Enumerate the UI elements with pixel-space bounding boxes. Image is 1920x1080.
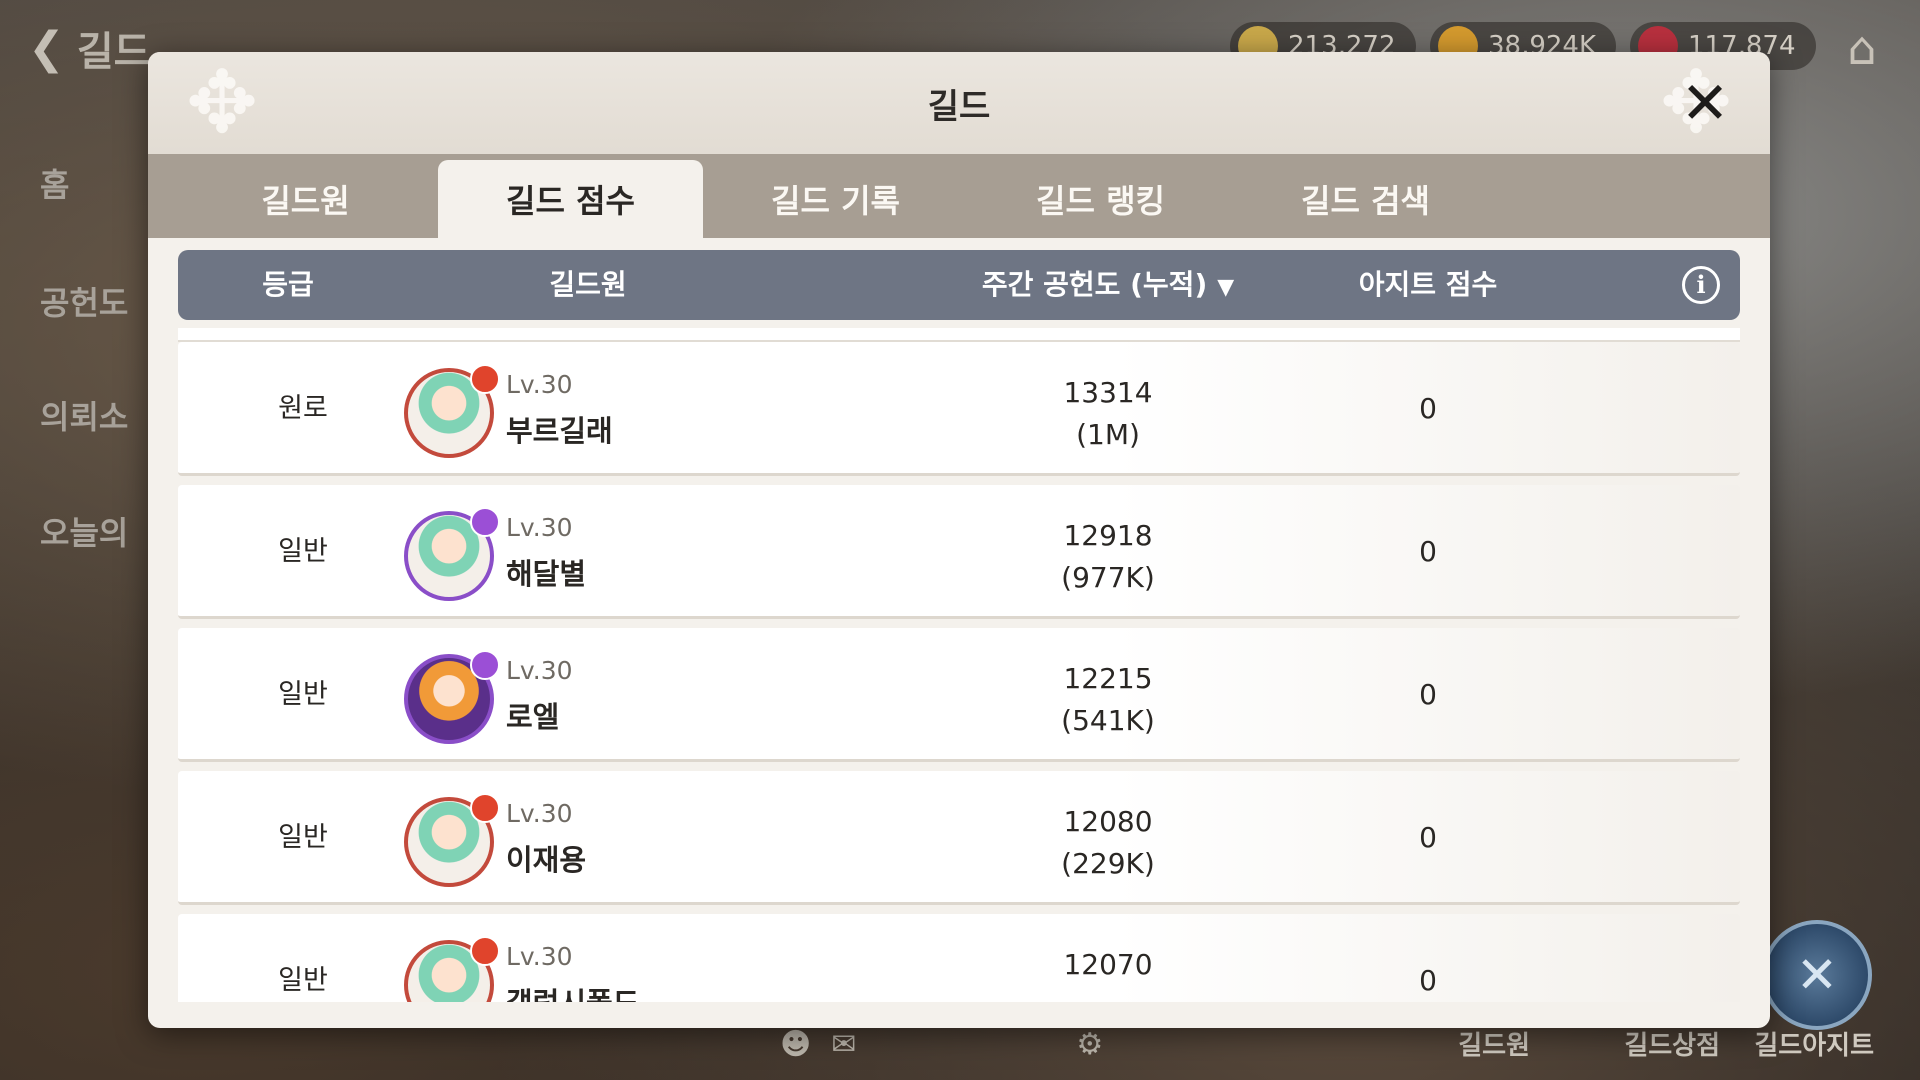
back-label: 길드	[76, 29, 151, 75]
hideout-score: 0	[1419, 821, 1437, 854]
hideout-score: 0	[1419, 392, 1437, 425]
bottom-menu-members[interactable]: 길드원	[1458, 1025, 1530, 1062]
column-header-weekly-contribution-label: 주간 공헌도 (누적)	[981, 268, 1208, 301]
cumulative-score: (541K)	[1061, 704, 1155, 737]
bottom-menu-shop[interactable]: 길드상점	[1624, 1025, 1720, 1062]
rose-badge-icon	[470, 793, 500, 823]
tab-guild-score[interactable]: 길드 점수	[438, 160, 703, 238]
hideout-score: 0	[1419, 678, 1437, 711]
member-avatar[interactable]	[404, 936, 500, 1002]
tab-guild-log[interactable]: 길드 기록	[703, 160, 968, 238]
tab-guild-ranking[interactable]: 길드 랭킹	[968, 160, 1233, 238]
cumulative-score: (229K)	[1061, 847, 1155, 880]
member-level: Lv.30	[506, 656, 573, 685]
modal-title: 길드	[927, 86, 991, 127]
member-level: Lv.30	[506, 799, 573, 828]
weekly-score: 13314	[1063, 376, 1153, 409]
hideout-score: 0	[1419, 535, 1437, 568]
member-avatar[interactable]	[404, 650, 500, 744]
side-menu-request[interactable]: 의뢰소	[40, 392, 128, 438]
row-grade: 원로	[278, 393, 328, 424]
chat-controls: ☻ ✉ ⚙	[780, 1027, 1103, 1062]
member-avatar[interactable]	[404, 507, 500, 601]
member-name: 부르길래	[506, 414, 613, 448]
weekly-contribution: 12215 (541K)	[938, 658, 1278, 742]
member-name: 로엘	[506, 700, 560, 734]
member-avatar[interactable]	[404, 364, 500, 458]
row-grade: 일반	[278, 965, 328, 996]
table-row[interactable]: 일반 Lv.30 로엘 12215 (541K) 0	[178, 628, 1740, 762]
table-header: 등급 길드원 주간 공헌도 (누적) ▼ 아지트 점수 i	[178, 250, 1740, 320]
weekly-contribution: 12080 (229K)	[938, 801, 1278, 885]
member-level: Lv.30	[506, 370, 573, 399]
weekly-score: 12215	[1063, 662, 1153, 695]
column-header-member[interactable]: 길드원	[438, 250, 738, 320]
guild-modal: ✥ 길드 ✥ ✕ 길드원 길드 점수 길드 기록 길드 랭킹 길드 검색 등급 …	[148, 52, 1770, 1028]
member-level: Lv.30	[506, 513, 573, 542]
column-header-weekly-contribution[interactable]: 주간 공헌도 (누적) ▼	[938, 250, 1278, 320]
back-arrow-icon: ❮	[28, 22, 65, 74]
chat-icon[interactable]: ✉	[831, 1027, 856, 1062]
side-menu-home[interactable]: 홈	[40, 160, 69, 206]
home-icon[interactable]: ⌂	[1834, 20, 1890, 76]
knot-ornament-icon: ✥	[185, 53, 259, 153]
side-menu-today[interactable]: 오늘의	[40, 508, 128, 554]
table-row[interactable]: 원로 Lv.30 부르길래 13314 (1M) 0	[178, 342, 1740, 476]
close-icon: ✕	[1680, 69, 1730, 137]
row-grade: 일반	[278, 679, 328, 710]
guild-emblem-icon[interactable]: ✕	[1762, 920, 1872, 1030]
member-name: 이재용	[506, 843, 587, 877]
weekly-contribution: 12918 (977K)	[938, 515, 1278, 599]
rose-badge-icon	[470, 507, 500, 537]
rose-badge-icon	[470, 936, 500, 966]
table-row[interactable]: 일반 Lv.30 갤럭시폴드 12070 0	[178, 914, 1740, 1002]
tab-bar: 길드원 길드 점수 길드 기록 길드 랭킹 길드 검색	[148, 154, 1770, 238]
weekly-contribution: 12070	[938, 944, 1278, 986]
hideout-score: 0	[1419, 964, 1437, 997]
info-icon[interactable]: i	[1682, 266, 1720, 304]
rose-badge-icon	[470, 650, 500, 680]
row-grade: 일반	[278, 822, 328, 853]
member-score-list[interactable]: 원로 Lv.30 부르길래 13314 (1M) 0 일반 Lv.30 해달별 …	[178, 328, 1740, 1002]
bottom-menu-hideout[interactable]: 길드아지트	[1754, 1025, 1874, 1062]
member-level: Lv.30	[506, 942, 573, 971]
list-partial-row	[178, 328, 1740, 342]
column-header-hideout-score[interactable]: 아지트 점수	[1278, 250, 1578, 320]
weekly-score: 12918	[1063, 519, 1153, 552]
weekly-score: 12080	[1063, 805, 1153, 838]
member-name: 갤럭시폴드	[506, 980, 639, 1002]
tab-guild-search[interactable]: 길드 검색	[1233, 160, 1498, 238]
weekly-contribution: 13314 (1M)	[938, 372, 1278, 456]
member-name: 해달별	[506, 557, 587, 591]
cumulative-score: (977K)	[1061, 561, 1155, 594]
tab-members[interactable]: 길드원	[173, 160, 438, 238]
column-header-grade[interactable]: 등급	[208, 250, 368, 320]
rose-badge-icon	[470, 364, 500, 394]
table-row[interactable]: 일반 Lv.30 이재용 12080 (229K) 0	[178, 771, 1740, 905]
member-avatar[interactable]	[404, 793, 500, 887]
emoji-icon[interactable]: ☻	[780, 1027, 811, 1062]
cumulative-score: (1M)	[1076, 418, 1140, 451]
weekly-score: 12070	[1063, 948, 1153, 981]
sort-caret-down-icon: ▼	[1217, 275, 1235, 300]
settings-icon[interactable]: ⚙	[1076, 1027, 1103, 1062]
close-button[interactable]: ✕	[1668, 66, 1742, 140]
modal-header: ✥ 길드 ✥ ✕	[148, 52, 1770, 154]
side-menu-contribution[interactable]: 공헌도	[40, 278, 128, 324]
table-row[interactable]: 일반 Lv.30 해달별 12918 (977K) 0	[178, 485, 1740, 619]
row-grade: 일반	[278, 536, 328, 567]
back-button[interactable]: ❮ 길드	[28, 20, 150, 76]
